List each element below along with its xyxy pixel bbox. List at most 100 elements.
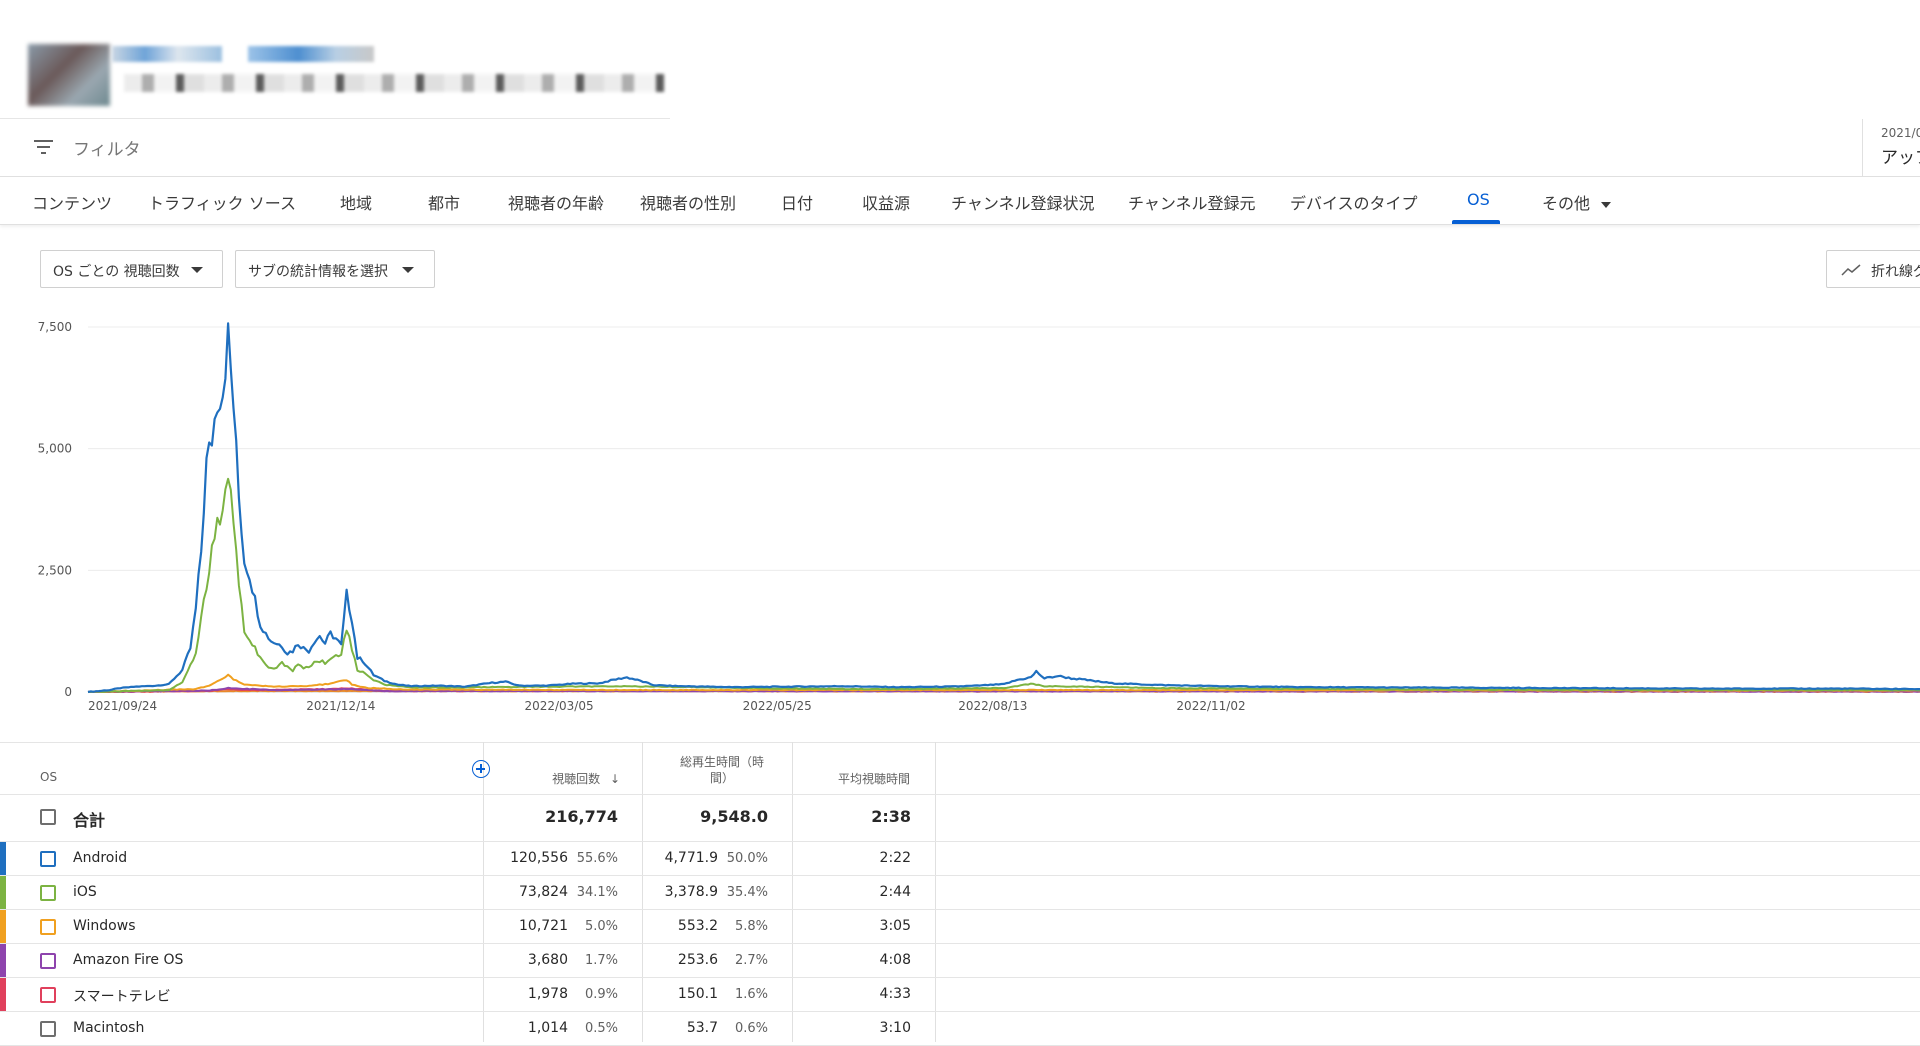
- row-checkbox[interactable]: [40, 953, 56, 969]
- views-percent: 1.7%: [584, 953, 618, 968]
- chart-type-button[interactable]: 折れ線グ: [1826, 250, 1920, 288]
- watch-value: 553.2: [677, 918, 718, 934]
- tab-viewer-age[interactable]: 視聴者の年齢: [508, 190, 604, 214]
- views-percent: 34.1%: [576, 885, 618, 900]
- watch-percent: 35.4%: [726, 885, 768, 900]
- os-name: Windows: [73, 918, 136, 934]
- channel-header: [0, 0, 670, 119]
- series-line-android: [87, 322, 1920, 694]
- channel-desc-blur: [124, 74, 664, 92]
- total-views: 216,774: [545, 807, 618, 826]
- tab-date[interactable]: 日付: [781, 190, 813, 214]
- table-top-border: [0, 742, 1920, 743]
- tab-viewer-gender[interactable]: 視聴者の性別: [640, 190, 736, 214]
- table-row[interactable]: Android 120,556 55.6% 4,771.9 50.0% 2:22: [0, 842, 1920, 876]
- date-range-selector[interactable]: 2021/0 アップ: [1862, 119, 1920, 177]
- watch-percent: 0.6%: [734, 1021, 768, 1036]
- table-row[interactable]: スマートテレビ 1,978 0.9% 150.1 1.6% 4:33: [0, 978, 1920, 1012]
- table-row[interactable]: Macintosh 1,014 0.5% 53.7 0.6% 3:10: [0, 1012, 1920, 1046]
- views-value: 73,824: [519, 884, 568, 900]
- table-row[interactable]: Windows 10,721 5.0% 553.2 5.8% 3:05: [0, 910, 1920, 944]
- total-checkbox[interactable]: [40, 809, 56, 825]
- tab-revenue-source[interactable]: 収益源: [862, 190, 910, 214]
- tab-subscription-source[interactable]: チャンネル登録元: [1128, 190, 1256, 214]
- total-avg: 2:38: [871, 807, 911, 826]
- views-value: 1,978: [527, 986, 568, 1002]
- sort-arrow-icon: ↓: [609, 772, 620, 786]
- tab-subscription-status[interactable]: チャンネル登録状況: [951, 190, 1095, 214]
- dropdown-arrow-icon: [191, 267, 203, 273]
- total-label: 合計: [73, 811, 106, 830]
- y-tick-label: 0: [64, 685, 72, 699]
- tab-os[interactable]: OS: [1467, 190, 1490, 209]
- series-color-swatch: [0, 944, 6, 978]
- tab-traffic-source[interactable]: トラフィック ソース: [148, 190, 296, 214]
- avg-duration-value: 4:33: [879, 986, 911, 1002]
- y-tick-label: 2,500: [38, 563, 72, 577]
- watch-value: 253.6: [677, 952, 718, 968]
- watch-percent: 5.8%: [734, 919, 768, 934]
- series-color-swatch: [0, 1012, 6, 1046]
- table-row[interactable]: iOS 73,824 34.1% 3,378.9 35.4% 2:44: [0, 876, 1920, 910]
- chevron-down-icon: [1601, 201, 1612, 208]
- header-os: OS: [40, 770, 58, 784]
- x-tick-label: 2022/08/13: [958, 699, 1027, 713]
- y-tick-label: 5,000: [38, 442, 72, 456]
- views-value: 120,556: [510, 850, 568, 866]
- avg-duration-value: 2:22: [879, 850, 911, 866]
- views-percent: 55.6%: [576, 851, 618, 866]
- views-percent: 5.0%: [584, 919, 618, 934]
- filter-icon[interactable]: [33, 137, 55, 157]
- header-views[interactable]: 視聴回数 ↓: [520, 770, 620, 787]
- metric-select[interactable]: OS ごとの 視聴回数: [40, 250, 223, 288]
- metric-select-label: OS ごとの 視聴回数: [53, 264, 180, 280]
- row-checkbox[interactable]: [40, 1021, 56, 1037]
- row-checkbox[interactable]: [40, 851, 56, 867]
- os-name: Android: [73, 850, 128, 866]
- tab-more-label: その他: [1542, 194, 1591, 213]
- row-checkbox[interactable]: [40, 919, 56, 935]
- channel-name-blur: [112, 46, 222, 62]
- row-checkbox[interactable]: [40, 885, 56, 901]
- sub-metric-select-label: サブの統計情報を選択: [248, 264, 388, 280]
- x-tick-label: 2022/03/05: [524, 699, 593, 713]
- os-name: Macintosh: [73, 1020, 145, 1036]
- table-row[interactable]: Amazon Fire OS 3,680 1.7% 253.6 2.7% 4:08: [0, 944, 1920, 978]
- watch-value: 4,771.9: [664, 850, 718, 866]
- date-range-dates: 2021/0: [1881, 126, 1920, 140]
- tab-city[interactable]: 都市: [428, 190, 460, 214]
- tab-more[interactable]: その他: [1542, 190, 1612, 214]
- series-color-swatch: [0, 910, 6, 944]
- x-tick-label: 2021/12/14: [306, 699, 375, 713]
- chart-type-label: 折れ線グ: [1871, 264, 1920, 280]
- y-tick-label: 7,500: [38, 320, 72, 334]
- filter-bar[interactable]: フィルタ: [0, 119, 1862, 177]
- filter-label: フィルタ: [73, 140, 141, 160]
- add-column-icon[interactable]: [472, 760, 490, 778]
- line-chart-icon: [1841, 264, 1861, 276]
- os-name: スマートテレビ: [73, 989, 171, 1005]
- x-tick-label: 2021/09/24: [88, 699, 157, 713]
- series-color-swatch: [0, 876, 6, 910]
- x-tick-label: 2022/11/02: [1176, 699, 1245, 713]
- series-color-swatch: [0, 842, 6, 876]
- header-avg-duration[interactable]: 平均視聴時間: [810, 770, 910, 787]
- views-value: 10,721: [519, 918, 568, 934]
- channel-avatar: [28, 44, 110, 106]
- header-watch-time[interactable]: 総再生時間（時間）: [672, 754, 772, 786]
- views-percent: 0.9%: [584, 987, 618, 1002]
- sub-metric-select[interactable]: サブの統計情報を選択: [235, 250, 435, 288]
- avg-duration-value: 2:44: [879, 884, 911, 900]
- tab-geography[interactable]: 地域: [340, 190, 372, 214]
- watch-percent: 2.7%: [734, 953, 768, 968]
- channel-name-blur-2: [248, 46, 374, 62]
- watch-percent: 50.0%: [726, 851, 768, 866]
- views-by-os-chart: 7,500 5,000 2,500 0 2021/09/24 2021/12/14 2022…: [38, 320, 1920, 713]
- avg-duration-value: 3:10: [879, 1020, 911, 1036]
- row-checkbox[interactable]: [40, 987, 56, 1003]
- tab-content[interactable]: コンテンツ: [32, 190, 112, 214]
- series-color-swatch: [0, 978, 6, 1012]
- dimension-tabs: コンテンツ トラフィック ソース 地域 都市 視聴者の年齢 視聴者の性別 日付 …: [0, 177, 1920, 225]
- tab-device-type[interactable]: デバイスのタイプ: [1290, 190, 1418, 214]
- watch-value: 53.7: [686, 1020, 718, 1036]
